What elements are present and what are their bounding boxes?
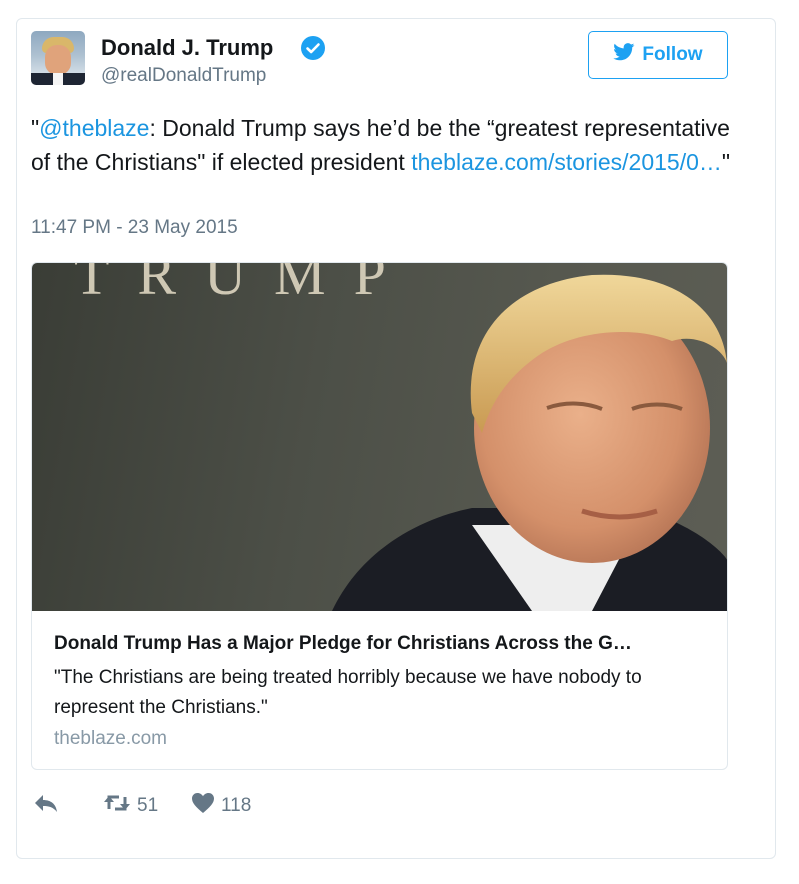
retweet-icon: [103, 792, 131, 820]
like-count: 118: [221, 795, 252, 816]
user-name[interactable]: Donald J. Trump: [101, 35, 273, 61]
article-image: TRUMP: [32, 263, 727, 611]
follow-label: Follow: [642, 44, 703, 65]
article-title[interactable]: Donald Trump Has a Major Pledge for Chri…: [54, 633, 714, 655]
mention-link[interactable]: @theblaze: [39, 115, 149, 141]
reply-icon: [33, 792, 59, 820]
tweet-url-link[interactable]: theblaze.com/stories/2015/0…: [411, 149, 722, 175]
retweet-button[interactable]: 51: [103, 792, 158, 820]
link-preview-card[interactable]: TRUMP Donald Trump Has a Major Pledge fo…: [31, 262, 728, 770]
tweet-actions: 51 118: [33, 792, 333, 820]
like-button[interactable]: 118: [191, 792, 251, 820]
twitter-bird-icon: [613, 43, 635, 67]
retweet-count: 51: [137, 795, 159, 816]
tweet-timestamp[interactable]: 11:47 PM - 23 May 2015: [31, 217, 238, 239]
user-handle[interactable]: @realDonaldTrump: [101, 65, 266, 87]
article-domain: theblaze.com: [54, 728, 168, 749]
avatar[interactable]: [31, 31, 85, 85]
verified-badge-icon: [301, 36, 325, 60]
article-description: "The Christians are being treated horrib…: [54, 667, 642, 718]
reply-button[interactable]: [33, 792, 59, 820]
follow-button[interactable]: Follow: [588, 31, 728, 79]
heart-icon: [191, 792, 215, 820]
tweet-text: "@theblaze: Donald Trump says he’d be th…: [31, 115, 731, 175]
